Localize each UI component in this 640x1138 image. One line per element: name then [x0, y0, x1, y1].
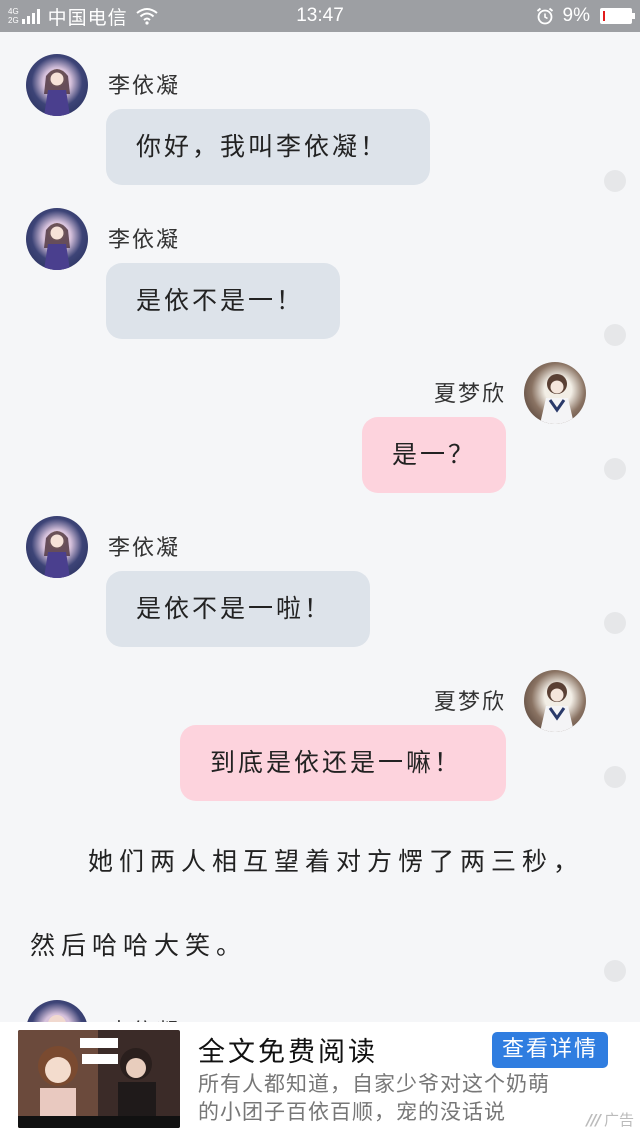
alarm-icon: [536, 7, 553, 25]
avatar[interactable]: [524, 362, 586, 424]
message-bubble[interactable]: 你好，我叫李依凝！: [106, 109, 430, 185]
status-dot: [604, 766, 626, 788]
ad-label: /// 广告: [587, 1109, 634, 1130]
ad-description: 所有人都知道，自家少爷对这个奶萌 的小团子百依百顺，宠的没话说: [198, 1070, 568, 1126]
sender-name: 李依凝: [108, 228, 181, 253]
sender-name: 夏梦欣: [433, 382, 506, 407]
ad-label-text: 广告: [603, 1111, 634, 1129]
status-bar: 4G 2G 中国电信 13:47 9%: [0, 0, 640, 32]
avatar[interactable]: [26, 54, 88, 116]
battery-percent: 9%: [562, 5, 590, 26]
message-bubble[interactable]: 是一？: [362, 417, 506, 493]
narration-line: 她们两人相互望着对方愣了两三秒，: [88, 847, 585, 876]
sender-name: 李依凝: [108, 74, 181, 99]
avatar[interactable]: [26, 516, 88, 578]
sender-name: 李依凝: [108, 536, 181, 561]
view-details-button[interactable]: 查看详情: [491, 1032, 608, 1068]
ad-description-line: 的小团子百依百顺，宠的没话说: [198, 1100, 506, 1124]
status-dot: [604, 170, 626, 192]
message-bubble[interactable]: 到底是依还是一嘛！: [180, 725, 506, 801]
avatar[interactable]: [26, 1000, 88, 1022]
sender-name: 夏梦欣: [433, 690, 506, 715]
avatar[interactable]: [26, 208, 88, 270]
status-bar-right: 9%: [536, 0, 635, 32]
status-dot: [604, 960, 626, 982]
message-bubble[interactable]: 是依不是一啦！: [106, 571, 370, 647]
ad-title: 全文免费阅读: [198, 1037, 378, 1068]
ad-banner[interactable]: 全文免费阅读 查看详情 所有人都知道，自家少爷对这个奶萌 的小团子百依百顺，宠的…: [0, 1022, 640, 1138]
ad-thumbnail[interactable]: [18, 1030, 180, 1128]
status-dot: [604, 612, 626, 634]
avatar[interactable]: [524, 670, 586, 732]
ad-logo-icon: ///: [586, 1110, 601, 1129]
sender-name: 李依凝: [108, 1014, 180, 1022]
battery-fill: [603, 11, 605, 21]
chat-area[interactable]: 李依凝 你好，我叫李依凝！ 李依凝 是依不是一！ 夏梦欣 是一？ 李依凝 是依不…: [0, 32, 640, 1022]
status-dot: [604, 458, 626, 480]
narration-line: 然后哈哈大笑。: [30, 931, 248, 960]
battery-icon: [600, 8, 635, 24]
status-dot: [604, 324, 626, 346]
message-bubble[interactable]: 是依不是一！: [106, 263, 340, 339]
ad-description-line: 所有人都知道，自家少爷对这个奶萌: [198, 1072, 550, 1096]
